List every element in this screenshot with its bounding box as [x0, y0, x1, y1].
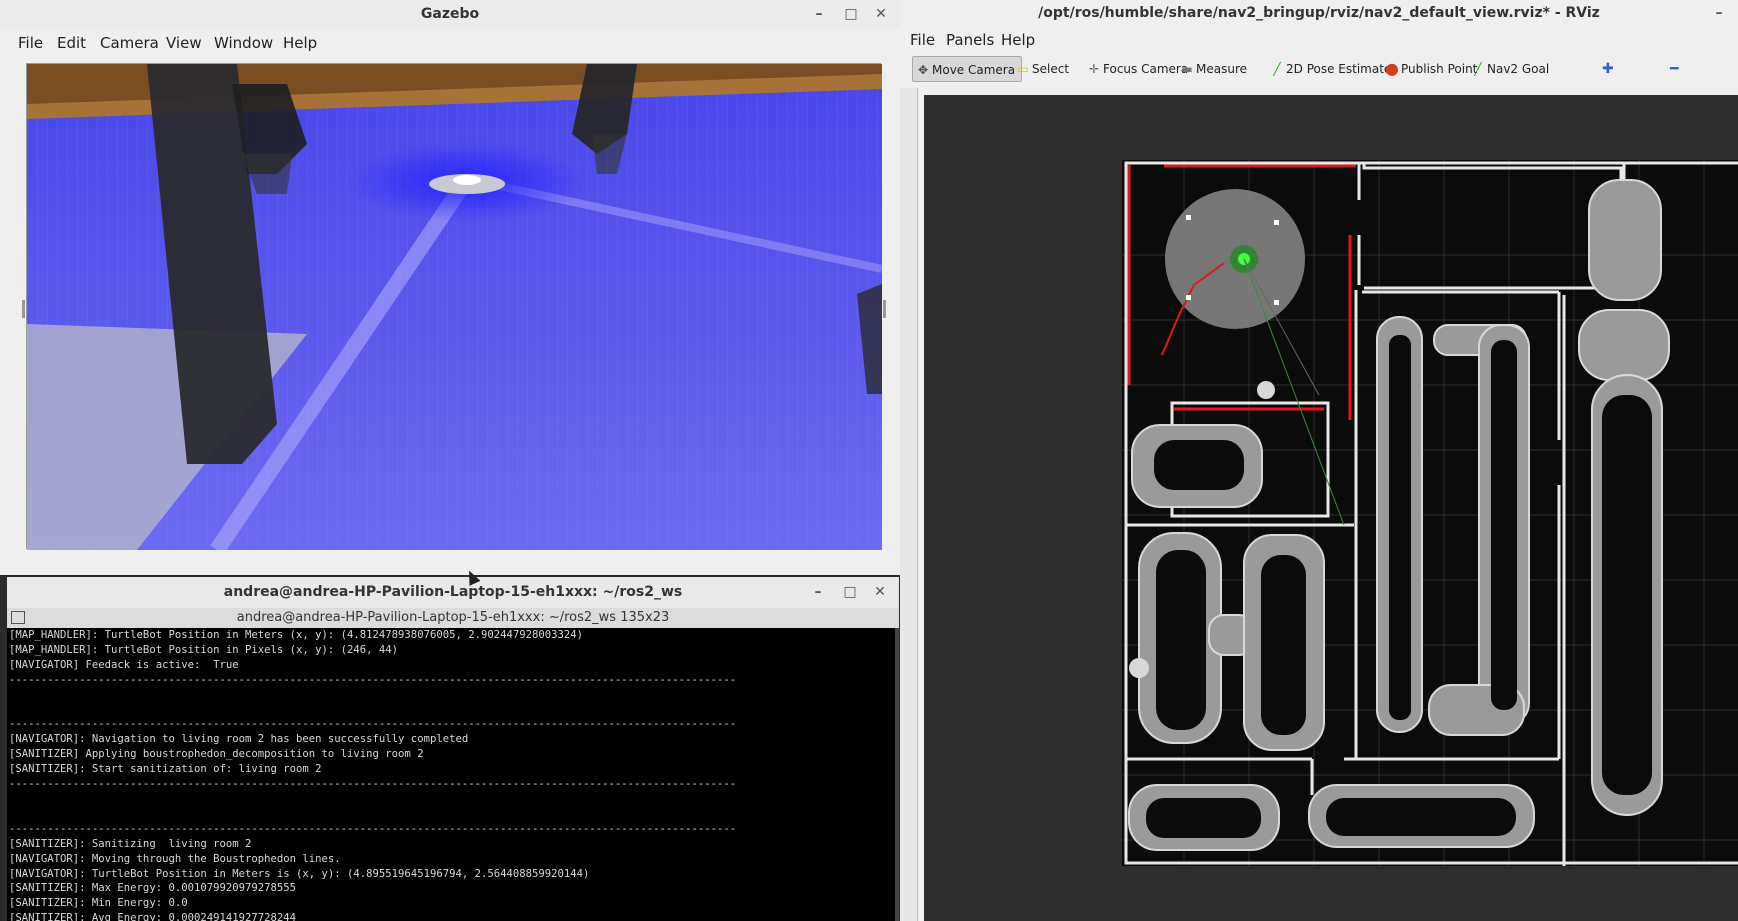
tool-nav2-goal[interactable]: ╱ Nav2 Goal: [1468, 56, 1555, 82]
minimize-icon[interactable]: –: [1708, 2, 1730, 24]
rviz-toolbar: ✥ Move Camera ▭ Select ✛ Focus Camera ▬ Measure…: [912, 56, 1738, 86]
terminal-tab-icon[interactable]: [11, 611, 25, 624]
terminal-line: [NAVIGATOR] Feedack is active: True: [9, 658, 239, 671]
maximize-icon[interactable]: □: [840, 3, 862, 25]
terminal-line: [NAVIGATOR]: Moving through the Boustrop…: [9, 852, 341, 865]
menu-window[interactable]: Window: [214, 28, 273, 58]
maximize-icon[interactable]: □: [839, 581, 861, 603]
terminal-line: ----------------------------------------…: [9, 673, 737, 686]
tool-label: 2D Pose Estimate: [1286, 62, 1392, 76]
rviz-titlebar[interactable]: /opt/ros/humble/share/nav2_bringup/rviz/…: [900, 0, 1738, 27]
terminal-line: [MAP_HANDLER]: TurtleBot Position in Met…: [9, 629, 584, 641]
terminal-line: ----------------------------------------…: [9, 778, 737, 791]
gazebo-3d-viewport[interactable]: [26, 63, 883, 555]
publish-point-icon: ⬤: [1385, 62, 1399, 76]
terminal-title: andrea@andrea-HP-Pavilion-Laptop-15-eh1x…: [223, 584, 683, 600]
gazebo-window: Gazebo – □ ✕ File Edit Camera View Windo…: [0, 0, 900, 575]
nav2-goal-icon: ╱: [1474, 62, 1482, 76]
menu-camera[interactable]: Camera: [100, 28, 159, 58]
terminal-line: [SANITIZER] Applying boustrophedon_decom…: [9, 748, 424, 761]
add-tool-icon[interactable]: ✚: [1598, 56, 1620, 82]
menu-help[interactable]: Help: [1001, 27, 1035, 54]
terminal-line: [MAP_HANDLER]: TurtleBot Position in Pix…: [9, 643, 399, 656]
tool-label: Nav2 Goal: [1487, 62, 1550, 76]
obstacle-circle: [1129, 658, 1149, 678]
rviz-render-panel[interactable]: [924, 95, 1738, 921]
terminal-output[interactable]: [MAP_HANDLER]: TurtleBot Position in Met…: [7, 628, 895, 921]
terminal-line: [SANITIZER]: Max Energy: 0.0010799209792…: [9, 882, 297, 895]
tool-label: Publish Point: [1401, 62, 1478, 76]
terminal-line: [SANITIZER]: Min Energy: 0.0: [9, 897, 188, 910]
gazebo-title: Gazebo: [420, 6, 480, 22]
menu-help[interactable]: Help: [283, 28, 317, 58]
close-icon[interactable]: ✕: [870, 3, 892, 25]
resize-grip-right[interactable]: [883, 300, 886, 318]
terminal-line: [SANITIZER]: Start sanitization of: livi…: [9, 763, 322, 776]
rviz-menubar: File Panels Help: [900, 27, 1738, 54]
minimize-icon[interactable]: –: [807, 581, 829, 603]
terminal-line: [SANITIZER]: Avg Energy: 0.0002491419277…: [9, 912, 297, 921]
terminal-window: andrea@andrea-HP-Pavilion-Laptop-15-eh1x…: [7, 577, 899, 921]
terminal-scrollbar[interactable]: [895, 628, 899, 921]
tool-label: Move Camera: [932, 63, 1016, 77]
terminal-line: [NAVIGATOR]: Navigation to living room 2…: [9, 733, 469, 746]
menu-file[interactable]: File: [910, 27, 935, 54]
menu-view[interactable]: View: [166, 28, 202, 58]
terminal-line: ----------------------------------------…: [9, 822, 737, 835]
terminal-tab-title: andrea@andrea-HP-Pavilion-Laptop-15-eh1x…: [236, 610, 670, 625]
gazebo-titlebar[interactable]: Gazebo – □ ✕: [0, 0, 900, 28]
tool-label: Measure: [1196, 62, 1247, 76]
tool-2d-pose-estimate[interactable]: ╱ 2D Pose Estimate: [1267, 56, 1397, 82]
remove-tool-icon[interactable]: ━: [1666, 56, 1684, 82]
close-icon[interactable]: ✕: [869, 581, 891, 603]
rviz-title: /opt/ros/humble/share/nav2_bringup/rviz/…: [1038, 5, 1600, 21]
select-icon: ▭: [1017, 62, 1029, 76]
menu-edit[interactable]: Edit: [57, 28, 86, 58]
rviz-window: /opt/ros/humble/share/nav2_bringup/rviz/…: [900, 0, 1738, 921]
tool-select[interactable]: ▭ Select: [1013, 56, 1075, 82]
occupancy-map: [924, 95, 1738, 921]
terminal-line: [NAVIGATOR]: TurtleBot Position in Meter…: [9, 867, 590, 880]
tool-label: Select: [1032, 62, 1070, 76]
focus-camera-icon: ✛: [1088, 62, 1100, 76]
tool-label: Focus Camera: [1103, 62, 1189, 76]
terminal-line: ----------------------------------------…: [9, 718, 737, 731]
minimize-icon[interactable]: –: [808, 3, 830, 25]
terminal-tab-bar: andrea@andrea-HP-Pavilion-Laptop-15-eh1x…: [7, 608, 899, 628]
measure-icon: ▬: [1181, 62, 1193, 76]
terminal-line: [SANITIZER]: Sanitizing living room 2: [9, 837, 252, 850]
gazebo-menubar: File Edit Camera View Window Help: [0, 28, 900, 58]
resize-grip-left[interactable]: [22, 300, 25, 318]
gazebo-scene: [27, 64, 883, 555]
pose-estimate-icon: ╱: [1273, 62, 1281, 76]
move-camera-icon: ✥: [917, 63, 929, 77]
menu-file[interactable]: File: [18, 28, 43, 58]
tool-measure[interactable]: ▬ Measure: [1177, 56, 1253, 82]
tool-move-camera[interactable]: ✥ Move Camera: [912, 56, 1023, 82]
menu-panels[interactable]: Panels: [946, 27, 994, 54]
obstacle-circle: [1257, 381, 1275, 399]
terminal-titlebar[interactable]: andrea@andrea-HP-Pavilion-Laptop-15-eh1x…: [7, 577, 899, 608]
rviz-side-panel-edge[interactable]: [900, 88, 918, 921]
